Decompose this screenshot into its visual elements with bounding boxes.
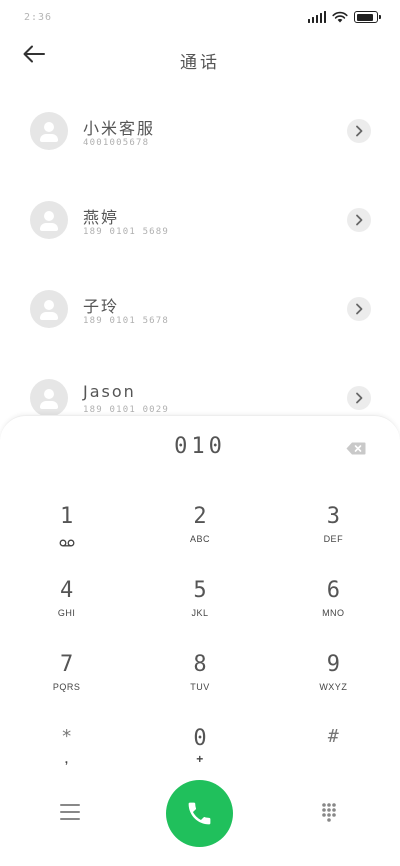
- contact-name: Jason: [83, 382, 136, 401]
- contact-detail-button[interactable]: [347, 386, 371, 410]
- key-7[interactable]: 7 PQRS: [0, 634, 133, 708]
- key-0[interactable]: 0 +: [133, 708, 266, 782]
- key-digit: 4: [60, 578, 74, 603]
- contact-name: 小米客服: [83, 119, 156, 138]
- key-letters: GHI: [57, 608, 76, 618]
- voicemail-icon: [59, 539, 75, 547]
- contact-row[interactable]: 小米客服 4001005678: [0, 86, 400, 175]
- battery-fill: [356, 13, 373, 21]
- contact-detail-button[interactable]: [347, 297, 371, 321]
- chevron-right-icon: [356, 214, 363, 226]
- key-4[interactable]: 4 GHI: [0, 560, 133, 634]
- key-letters: MNO: [322, 608, 345, 618]
- battery-icon: [354, 11, 381, 23]
- key-row: 7 PQRS 8 TUV 9 WXYZ: [0, 634, 400, 708]
- avatar: [30, 201, 68, 239]
- avatar: [30, 112, 68, 150]
- contact-number: 189 0101 5689: [83, 227, 170, 237]
- key-letters: PQRS: [52, 682, 81, 692]
- key-3[interactable]: 3 DEF: [267, 486, 400, 560]
- key-star[interactable]: * ,: [0, 708, 133, 782]
- contact-detail-button[interactable]: [347, 119, 371, 143]
- dialpad-sheet: 010 1 2 ABC 3 DEF 4 GHI 5 JKL 6 MNO 7 PQ…: [0, 415, 400, 866]
- key-digit: 0: [193, 726, 207, 751]
- chevron-right-icon: [356, 125, 363, 137]
- key-digit: 8: [193, 652, 207, 677]
- key-row: 4 GHI 5 JKL 6 MNO: [0, 560, 400, 634]
- status-bar: 2:36: [0, 0, 400, 36]
- key-6[interactable]: 6 MNO: [267, 560, 400, 634]
- contact-list: 小米客服 4001005678 燕婷 189 0101 5689 子玲 189 …: [0, 86, 400, 442]
- key-digit: 3: [326, 504, 340, 529]
- keypad: 1 2 ABC 3 DEF 4 GHI 5 JKL 6 MNO 7 PQRS 8…: [0, 486, 400, 782]
- avatar: [30, 290, 68, 328]
- menu-icon: [60, 804, 80, 820]
- key-letters: +: [196, 752, 204, 766]
- key-letters: TUV: [190, 682, 210, 692]
- key-row: 1 2 ABC 3 DEF: [0, 486, 400, 560]
- dialed-number: 010: [174, 434, 226, 459]
- key-digit: *: [61, 726, 73, 747]
- key-9[interactable]: 9 WXYZ: [267, 634, 400, 708]
- signal-icon: [307, 11, 326, 23]
- key-letters: ABC: [189, 534, 210, 544]
- backspace-button[interactable]: [346, 440, 368, 455]
- contact-number: 189 0101 0029: [83, 405, 170, 415]
- key-letters: JKL: [191, 608, 209, 618]
- contact-name: 燕婷: [83, 208, 120, 227]
- key-digit: 5: [193, 578, 207, 603]
- key-5[interactable]: 5 JKL: [133, 560, 266, 634]
- status-time: 2:36: [24, 12, 53, 23]
- key-row: * , 0 + #: [0, 708, 400, 782]
- status-icons: [307, 11, 381, 23]
- contact-row[interactable]: 子玲 189 0101 5678: [0, 264, 400, 353]
- key-hash[interactable]: #: [267, 708, 400, 782]
- page-title: 通话: [180, 53, 220, 73]
- header: 通话: [0, 36, 400, 80]
- keypad-icon: [322, 803, 336, 822]
- wifi-icon: [332, 11, 348, 23]
- key-digit: 1: [60, 504, 74, 529]
- key-digit: 9: [326, 652, 340, 677]
- menu-button[interactable]: [60, 804, 80, 820]
- key-letters: DEF: [323, 534, 344, 544]
- key-2[interactable]: 2 ABC: [133, 486, 266, 560]
- backspace-icon: [346, 442, 366, 455]
- key-digit: 7: [60, 652, 74, 677]
- key-8[interactable]: 8 TUV: [133, 634, 266, 708]
- key-letters: ,: [64, 752, 69, 766]
- bottom-bar: [0, 778, 400, 848]
- chevron-right-icon: [356, 303, 363, 315]
- key-digit: 2: [193, 504, 207, 529]
- contact-row[interactable]: 燕婷 189 0101 5689: [0, 175, 400, 264]
- contact-number: 189 0101 5678: [83, 316, 170, 326]
- key-letters: WXYZ: [319, 682, 348, 692]
- avatar: [30, 379, 68, 417]
- key-1[interactable]: 1: [0, 486, 133, 560]
- phone-icon: [188, 802, 211, 825]
- key-digit: 6: [326, 578, 340, 603]
- chevron-right-icon: [356, 392, 363, 404]
- keypad-toggle-button[interactable]: [321, 802, 337, 822]
- key-digit: #: [327, 726, 339, 747]
- contact-name: 子玲: [83, 297, 120, 316]
- call-button[interactable]: [166, 780, 233, 847]
- contact-number: 4001005678: [83, 138, 150, 148]
- contact-detail-button[interactable]: [347, 208, 371, 232]
